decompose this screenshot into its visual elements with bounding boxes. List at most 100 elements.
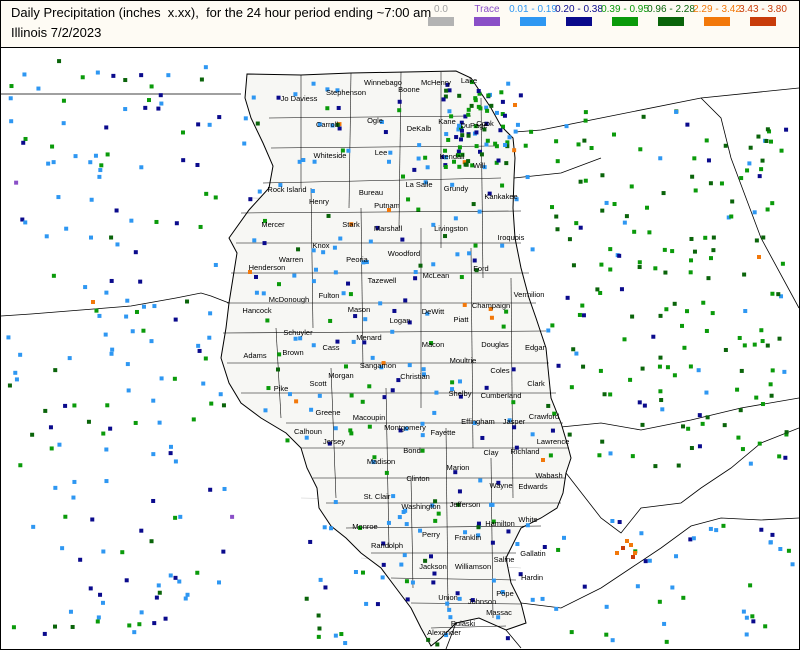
station-marker (443, 234, 448, 239)
station-marker (173, 575, 178, 580)
station-marker (769, 139, 774, 144)
station-marker (462, 302, 467, 307)
station-marker (476, 521, 481, 526)
station-marker (401, 174, 406, 179)
station-marker (469, 103, 474, 108)
map-title: Daily Precipitation (inches x.xx), for t… (11, 5, 432, 20)
station-marker (251, 95, 256, 100)
county-label: Edgar (525, 343, 546, 352)
station-marker (168, 444, 173, 449)
station-marker (51, 160, 56, 165)
station-marker (637, 400, 642, 405)
station-marker (30, 432, 35, 437)
station-marker (750, 614, 755, 619)
legend-label: 2.29 - 3.42 (693, 4, 741, 15)
station-marker (765, 343, 770, 348)
station-marker (583, 118, 588, 123)
county-label: Champaign (472, 301, 510, 310)
county-label: Schuyler (283, 328, 313, 337)
station-marker (363, 317, 368, 322)
station-marker (489, 502, 494, 507)
station-marker (109, 278, 114, 283)
station-marker (554, 214, 559, 219)
station-marker (504, 161, 509, 166)
station-marker (705, 415, 710, 420)
station-marker (706, 158, 711, 163)
station-marker (474, 130, 479, 135)
station-marker (196, 122, 201, 127)
station-marker (292, 273, 297, 278)
station-marker (711, 248, 716, 253)
station-marker (783, 455, 788, 460)
county-label: Pope (496, 589, 514, 598)
station-marker (629, 543, 633, 547)
station-marker (769, 393, 774, 398)
station-marker (598, 368, 603, 373)
station-marker (159, 101, 164, 106)
station-marker (53, 624, 58, 629)
station-marker (541, 458, 545, 462)
legend-swatch (704, 17, 730, 26)
county-label: Jo Daviess (281, 94, 318, 103)
county-label: Randolph (371, 541, 403, 550)
station-marker (332, 245, 337, 250)
station-marker (454, 135, 459, 140)
station-marker (326, 213, 331, 218)
station-marker (173, 317, 178, 322)
county-label: Morgan (328, 371, 353, 380)
station-marker (714, 528, 719, 533)
station-marker (703, 235, 708, 240)
station-marker (582, 584, 587, 589)
county-label: Greene (315, 408, 340, 417)
station-marker (109, 351, 114, 356)
station-marker (686, 426, 691, 431)
station-marker (252, 238, 257, 243)
station-marker (748, 461, 753, 466)
legend-label: 0.20 - 0.38 (555, 4, 603, 15)
station-marker (185, 592, 190, 597)
station-marker (768, 382, 773, 387)
station-marker (672, 373, 677, 378)
station-marker (391, 494, 396, 499)
station-marker (157, 590, 162, 595)
county-label: Hardin (521, 573, 543, 582)
station-marker (255, 121, 260, 126)
station-marker (44, 234, 49, 239)
station-marker (86, 419, 91, 424)
station-marker (457, 489, 462, 494)
station-marker (515, 542, 520, 547)
station-marker (511, 367, 516, 372)
station-marker (619, 287, 624, 292)
county-label: McDonough (269, 295, 309, 304)
station-marker (658, 389, 663, 394)
station-marker (642, 403, 647, 408)
station-marker (653, 464, 658, 469)
station-marker (565, 295, 570, 300)
station-marker (638, 147, 643, 152)
station-marker (341, 291, 346, 296)
station-marker (779, 148, 784, 153)
station-marker (485, 108, 490, 113)
station-marker (386, 520, 391, 525)
county-label: Lawrence (537, 437, 570, 446)
station-marker (719, 181, 724, 186)
county-label: Woodford (388, 249, 420, 258)
station-marker (494, 110, 499, 115)
station-marker (768, 540, 773, 545)
station-marker (689, 446, 694, 451)
station-marker (254, 290, 259, 295)
station-marker (201, 381, 206, 386)
station-marker (511, 400, 516, 405)
station-marker (333, 270, 338, 275)
station-marker (328, 318, 333, 323)
station-marker (242, 141, 247, 146)
county-label: Jefferson (450, 500, 481, 509)
station-marker (700, 421, 705, 426)
station-marker (56, 195, 61, 200)
station-marker (432, 571, 437, 576)
station-marker (447, 88, 452, 93)
station-marker (195, 570, 200, 575)
station-marker (457, 379, 462, 384)
station-marker (665, 365, 670, 370)
county-label: Iroquois (498, 233, 525, 242)
